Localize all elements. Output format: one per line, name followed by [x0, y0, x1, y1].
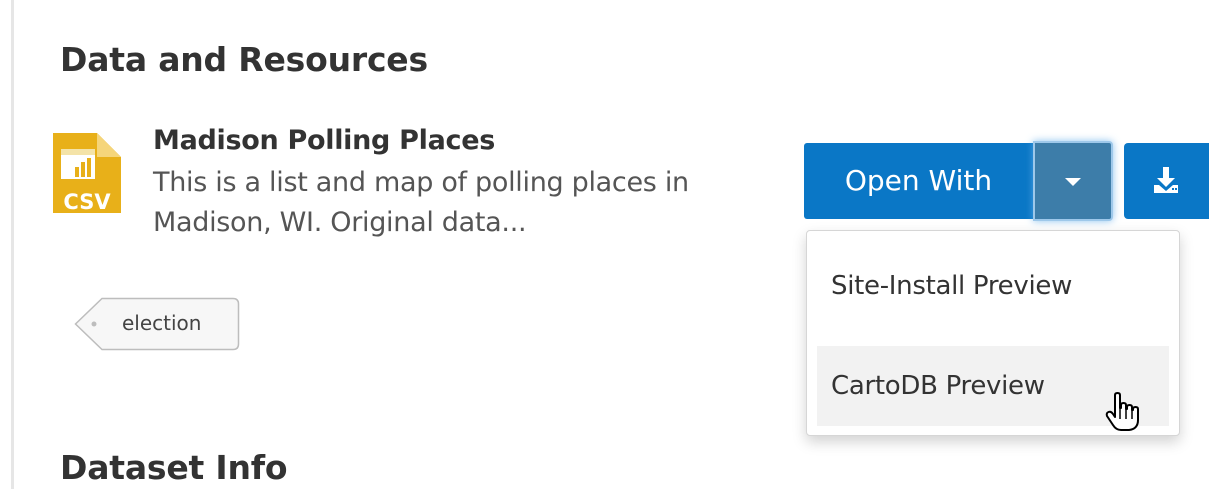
page: Data and Resources CSV Madison Polling P…: [0, 0, 1209, 489]
left-border: [11, 0, 14, 489]
resource-description: This is a list and map of polling places…: [153, 167, 689, 238]
caret-down-icon: [1065, 178, 1081, 186]
resource-title[interactable]: Madison Polling Places: [153, 125, 495, 156]
open-with-dropdown-toggle[interactable]: [1033, 141, 1113, 221]
tag-label: election: [122, 311, 202, 335]
menu-item-site-install-preview[interactable]: Site-Install Preview: [817, 246, 1169, 326]
hand-pointer-cursor-icon: [1105, 392, 1139, 431]
data-and-resources-heading: Data and Resources: [60, 40, 428, 79]
dataset-info-heading: Dataset Info: [60, 448, 288, 487]
csv-file-icon[interactable]: CSV: [51, 131, 123, 215]
download-icon: [1154, 167, 1178, 193]
csv-format-label: CSV: [63, 190, 111, 214]
open-with-button[interactable]: Open With: [804, 143, 1033, 219]
download-button[interactable]: [1124, 143, 1209, 219]
